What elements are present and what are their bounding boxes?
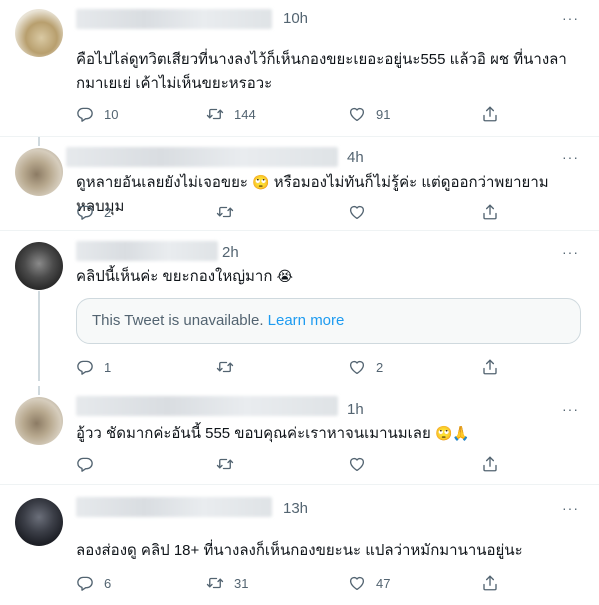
tweet-text: คือไปไล่ดูทวิตเสียวที่นางลงไว้ก็เห็นกองข… bbox=[76, 51, 567, 92]
retweet-button[interactable]: 144 bbox=[206, 105, 256, 123]
more-icon[interactable]: ··· bbox=[562, 500, 579, 516]
reply-icon bbox=[76, 358, 94, 376]
timestamp[interactable]: 13h bbox=[283, 500, 308, 517]
like-button[interactable]: 91 bbox=[348, 105, 390, 123]
tweet-text: อู้วว ชัดมากค่ะอันนี้ 555 ขอบคุณค่ะเราหา… bbox=[76, 422, 577, 446]
reply-button[interactable]: 1 bbox=[76, 358, 111, 376]
share-button[interactable] bbox=[481, 105, 499, 123]
like-button[interactable] bbox=[348, 203, 376, 221]
timestamp[interactable]: 2h bbox=[222, 244, 239, 261]
more-icon[interactable]: ··· bbox=[562, 401, 579, 417]
share-icon bbox=[481, 358, 499, 376]
share-button[interactable] bbox=[481, 358, 499, 376]
tweet-4[interactable]: 1h ··· อู้วว ชัดมากค่ะอันนี้ 555 ขอบคุณค… bbox=[0, 386, 599, 476]
tweet-text: ดูหลายอันเลยยังไม่เจอขยะ 🙄 หรือมองไม่ทัน… bbox=[76, 171, 577, 219]
reply-icon bbox=[76, 574, 94, 592]
like-button[interactable]: 2 bbox=[348, 358, 383, 376]
timestamp[interactable]: 10h bbox=[283, 10, 308, 27]
tweet-5[interactable]: 13h ··· ลองส่องดู คลิป 18+ ที่นางลงก็เห็… bbox=[0, 485, 599, 605]
display-name[interactable] bbox=[76, 396, 338, 416]
unavailable-quote-card[interactable]: This Tweet is unavailable. Learn more bbox=[76, 298, 581, 344]
more-icon[interactable]: ··· bbox=[562, 149, 579, 165]
display-name[interactable] bbox=[66, 147, 338, 167]
reply-count: 1 bbox=[104, 359, 112, 375]
quote-unavailable-text: This Tweet is unavailable. bbox=[92, 312, 264, 329]
like-button[interactable]: 47 bbox=[348, 574, 390, 592]
learn-more-link[interactable]: Learn more bbox=[268, 312, 345, 329]
reply-button[interactable] bbox=[76, 455, 104, 473]
reply-count: 10 bbox=[104, 106, 119, 122]
display-name[interactable] bbox=[76, 241, 218, 261]
tweet-1[interactable]: 10h ··· คือไปไล่ดูทวิตเสียวที่นางลงไว้ก็… bbox=[0, 0, 599, 136]
share-icon bbox=[481, 455, 499, 473]
share-icon bbox=[481, 203, 499, 221]
like-count: 91 bbox=[376, 106, 391, 122]
tweet-text-part1: คลิปนี้เห็นค่ะ ขยะกองใหญ่มาก bbox=[76, 268, 273, 285]
reply-button[interactable]: 6 bbox=[76, 574, 111, 592]
crying-emoji: 😭 bbox=[276, 269, 293, 285]
tweet-2[interactable]: 4h ··· ดูหลายอันเลยยังไม่เจอขยะ 🙄 หรือมอ… bbox=[0, 137, 599, 230]
reply-icon bbox=[76, 203, 94, 221]
heart-icon bbox=[348, 358, 366, 376]
reply-button[interactable]: 2 bbox=[76, 203, 111, 221]
avatar[interactable] bbox=[15, 148, 63, 196]
thread-line bbox=[38, 137, 40, 146]
reply-icon bbox=[76, 455, 94, 473]
like-button[interactable] bbox=[348, 455, 376, 473]
avatar[interactable] bbox=[15, 9, 63, 57]
more-icon[interactable]: ··· bbox=[562, 10, 579, 26]
rolling-eyes-praying-emoji: 🙄🙏 bbox=[434, 426, 470, 442]
reply-icon bbox=[76, 105, 94, 123]
like-count: 47 bbox=[376, 575, 391, 591]
retweet-count: 31 bbox=[234, 575, 249, 591]
avatar[interactable] bbox=[15, 498, 63, 546]
display-name[interactable] bbox=[76, 497, 272, 517]
share-button[interactable] bbox=[481, 455, 499, 473]
retweet-button[interactable] bbox=[216, 203, 244, 221]
tweet-text: ลองส่องดู คลิป 18+ ที่นางลงก็เห็นกองขยะน… bbox=[76, 542, 523, 559]
timestamp[interactable]: 4h bbox=[347, 149, 364, 166]
heart-icon bbox=[348, 574, 366, 592]
retweet-icon bbox=[206, 574, 224, 592]
retweet-count: 144 bbox=[234, 106, 256, 122]
share-icon bbox=[481, 105, 499, 123]
heart-icon bbox=[348, 105, 366, 123]
thread-line bbox=[38, 386, 40, 395]
avatar[interactable] bbox=[15, 397, 63, 445]
rolling-eyes-emoji: 🙄 bbox=[252, 175, 270, 191]
tweet-text: คลิปนี้เห็นค่ะ ขยะกองใหญ่มาก 😭 bbox=[76, 265, 577, 289]
share-button[interactable] bbox=[481, 203, 499, 221]
share-button[interactable] bbox=[481, 574, 499, 592]
reply-count: 2 bbox=[104, 204, 112, 220]
like-count: 2 bbox=[376, 359, 384, 375]
timestamp[interactable]: 1h bbox=[347, 401, 364, 418]
retweet-icon bbox=[216, 203, 234, 221]
avatar[interactable] bbox=[15, 242, 63, 290]
retweet-button[interactable] bbox=[216, 358, 244, 376]
heart-icon bbox=[348, 455, 366, 473]
tweet-text-part1: ดูหลายอันเลยยังไม่เจอขยะ bbox=[76, 174, 248, 191]
display-name[interactable] bbox=[76, 9, 272, 29]
retweet-button[interactable]: 31 bbox=[206, 574, 248, 592]
tweet-3[interactable]: 2h ··· คลิปนี้เห็นค่ะ ขยะกองใหญ่มาก 😭 Th… bbox=[0, 231, 599, 381]
thread-line bbox=[38, 291, 40, 381]
retweet-icon bbox=[216, 358, 234, 376]
retweet-icon bbox=[216, 455, 234, 473]
share-icon bbox=[481, 574, 499, 592]
tweet-text-part1: อู้วว ชัดมากค่ะอันนี้ 555 ขอบคุณค่ะเราหา… bbox=[76, 425, 431, 442]
heart-icon bbox=[348, 203, 366, 221]
retweet-icon bbox=[206, 105, 224, 123]
reply-button[interactable]: 10 bbox=[76, 105, 118, 123]
reply-count: 6 bbox=[104, 575, 112, 591]
more-icon[interactable]: ··· bbox=[562, 244, 579, 260]
retweet-button[interactable] bbox=[216, 455, 244, 473]
